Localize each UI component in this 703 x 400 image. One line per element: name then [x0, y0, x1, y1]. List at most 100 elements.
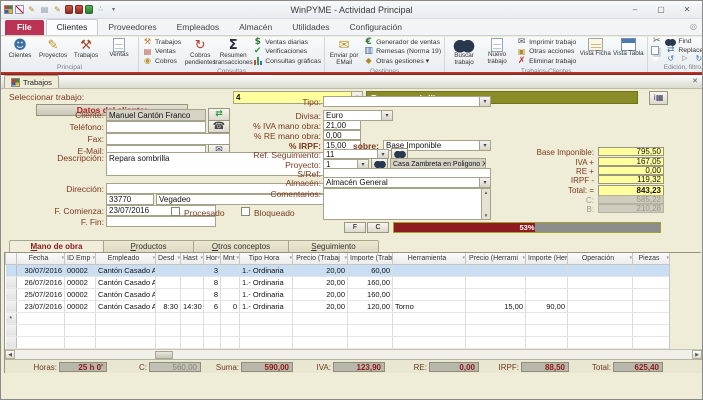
grid-cell[interactable]: Cantón Casado Alba: [96, 276, 156, 288]
grid-cell[interactable]: [393, 324, 466, 336]
grid-cell[interactable]: [526, 336, 568, 348]
maximize-button[interactable]: ▢: [648, 1, 674, 17]
grid-header-importe-herr[interactable]: Importe (Herr▾: [526, 253, 568, 264]
ribbon-button-ventas[interactable]: Ventas: [103, 37, 135, 63]
ribbon-button-imprimir-trabajo[interactable]: ✉Imprimir trabajo: [516, 38, 576, 46]
grid-cell[interactable]: [204, 336, 221, 348]
ribbon-button-otras-gestiones[interactable]: ◆Otras gestiones ▾: [363, 57, 441, 65]
grid-cell[interactable]: [526, 288, 568, 300]
ribbon-button-copy[interactable]: [651, 46, 662, 54]
table-row[interactable]: 26/07/201600002Cantón Casado Alba81.- Or…: [6, 276, 670, 288]
grid-cell[interactable]: [568, 264, 633, 276]
grid-cell[interactable]: [293, 336, 348, 348]
grid-cell[interactable]: [568, 336, 633, 348]
grid-cell[interactable]: 6: [204, 300, 221, 312]
grid-cell[interactable]: [526, 276, 568, 288]
ribbon-button-generador-de-ventas[interactable]: €Generador de ventas: [363, 38, 441, 46]
grid-cell[interactable]: [466, 288, 526, 300]
table-row[interactable]: 25/07/201600002Cantón Casado Alba81.- Or…: [6, 288, 670, 300]
horizontal-scrollbar[interactable]: ◀ ▶: [5, 349, 702, 359]
grid-cell[interactable]: [393, 288, 466, 300]
grid-cell[interactable]: 20,00: [293, 288, 348, 300]
almacen-combo[interactable]: Almacén General ▾: [323, 177, 491, 188]
scroll-right-icon[interactable]: ▶: [692, 350, 702, 359]
grid-cell[interactable]: [221, 264, 240, 276]
undo-icon[interactable]: ↺: [665, 54, 676, 64]
grid-cell[interactable]: [466, 336, 526, 348]
grid-cell[interactable]: [633, 300, 670, 312]
ribbon-button-verificaciones[interactable]: ✔Verificaciones: [252, 48, 321, 56]
scrollbar-thumb[interactable]: [155, 351, 173, 359]
grid-cell[interactable]: [221, 312, 240, 324]
ribbon-button-buscar-trabajo[interactable]: Buscar trabajo: [448, 37, 480, 67]
grid-header-empleado[interactable]: Empleado▾: [96, 253, 156, 264]
grid-cell[interactable]: [568, 312, 633, 324]
mano-de-obra-grid[interactable]: Fecha▾ID Emp▾Empleado▾Desd▾Hast▾Hor▾Mnt▾…: [5, 253, 670, 349]
procesado-checkbox[interactable]: [171, 207, 180, 216]
grid-cell[interactable]: 160,00: [348, 288, 393, 300]
tab-trabajos[interactable]: Trabajos: [4, 75, 59, 88]
grid-cell[interactable]: [633, 288, 670, 300]
grid-cell[interactable]: [65, 324, 96, 336]
grid-header-tipo-hora[interactable]: Tipo Hora▾: [240, 253, 293, 264]
telefono-call-button[interactable]: ☎: [208, 120, 230, 133]
grid-cell[interactable]: [156, 336, 181, 348]
grid-cell[interactable]: [181, 312, 204, 324]
grid-cell[interactable]: 30/07/2016: [17, 264, 65, 276]
document-close-icon[interactable]: ✕: [692, 77, 698, 85]
grid-cell[interactable]: [393, 312, 466, 324]
grid-cell[interactable]: 1.- Ordinaria: [240, 300, 293, 312]
grid-cell[interactable]: [204, 324, 221, 336]
grid-cell[interactable]: [65, 312, 96, 324]
scroll-down-icon[interactable]: ▼: [484, 213, 488, 218]
grid-cell[interactable]: [568, 324, 633, 336]
progress-c-button[interactable]: C: [367, 222, 389, 233]
grid-cell[interactable]: [240, 312, 293, 324]
grid-cell[interactable]: [156, 312, 181, 324]
row-selector[interactable]: [6, 276, 17, 288]
grid-cell[interactable]: [96, 324, 156, 336]
ribbon-tab-empleados[interactable]: Empleados: [167, 20, 230, 35]
ribbon-button-enviar-por-email[interactable]: ✉Enviar por EMail: [328, 37, 360, 67]
grid-cell[interactable]: [17, 336, 65, 348]
ribbon-button-remesas-norma-19[interactable]: ▥Remesas (Norma 19): [363, 48, 441, 56]
grid-cell[interactable]: 23/07/2016: [17, 300, 65, 312]
grid-cell[interactable]: 1.- Ordinaria: [240, 288, 293, 300]
grid-cell[interactable]: [348, 312, 393, 324]
grid-cell[interactable]: 26/07/2016: [17, 276, 65, 288]
ribbon-button-clientes[interactable]: ☻Clientes: [4, 37, 36, 63]
chevron-down-icon[interactable]: ▾: [479, 97, 490, 106]
chevron-down-icon[interactable]: ▾: [377, 150, 388, 158]
grid-cell[interactable]: [633, 264, 670, 276]
cp-field[interactable]: 33770: [106, 194, 154, 205]
grid-header-hor[interactable]: Hor▾: [204, 253, 221, 264]
grid-header-importe-trabaj[interactable]: Importe (Trabaj▾: [348, 253, 393, 264]
close-button[interactable]: ✕: [674, 1, 700, 17]
progress-f-button[interactable]: F: [344, 222, 366, 233]
grid-cell[interactable]: [526, 312, 568, 324]
grid-cell[interactable]: [156, 264, 181, 276]
ribbon-button-otras-acciones[interactable]: ▣Otras acciones: [516, 48, 576, 56]
row-selector[interactable]: [6, 336, 17, 348]
chevron-down-icon[interactable]: ▾: [381, 111, 392, 120]
grid-cell[interactable]: [96, 336, 156, 348]
bloqueado-checkbox[interactable]: [241, 207, 250, 216]
grid-cell[interactable]: 120,00: [348, 300, 393, 312]
grid-cell[interactable]: 1.- Ordinaria: [240, 276, 293, 288]
ribbon-button-eliminar-trabajo[interactable]: ✗Eliminar trabajo: [516, 57, 576, 65]
vista-tabla-quick-button[interactable]: i▦: [649, 91, 668, 105]
chevron-down-icon[interactable]: ▾: [357, 160, 368, 168]
tipo-combo[interactable]: ▾: [323, 96, 491, 107]
ribbon-button-trabajos[interactable]: ⚒Trabajos: [70, 37, 102, 63]
comentarios-field[interactable]: ▲ ▼: [323, 188, 491, 220]
ribbon-button-trabajos[interactable]: ⚒Trabajos: [142, 38, 181, 46]
grid-cell[interactable]: [393, 264, 466, 276]
grid-new-row[interactable]: *: [6, 312, 670, 324]
telefono-field[interactable]: [106, 121, 206, 133]
grid-cell[interactable]: 90,00: [526, 300, 568, 312]
grid-cell[interactable]: 14:30: [181, 300, 204, 312]
grid-header-piezas[interactable]: Piezas▾: [633, 253, 670, 264]
grid-cell[interactable]: 20,00: [293, 300, 348, 312]
grid-header-operaci-n[interactable]: Operación▾: [568, 253, 633, 264]
grid-cell[interactable]: 60,00: [348, 264, 393, 276]
